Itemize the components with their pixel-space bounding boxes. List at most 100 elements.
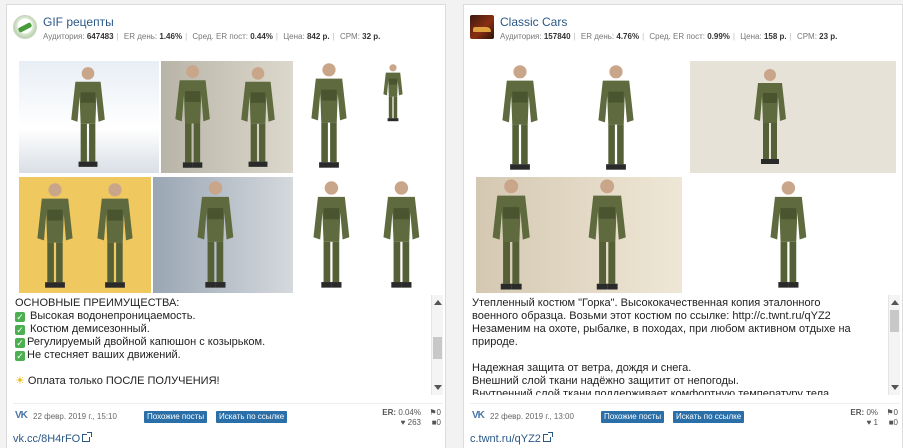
post-photo[interactable]: [153, 177, 293, 293]
post-photo[interactable]: [19, 177, 151, 293]
er-avg-label: Сред. ER пост:: [192, 32, 248, 41]
search-by-link-button[interactable]: Искать по ссылке: [673, 411, 745, 423]
comments-count: 0: [436, 418, 441, 427]
post-photo[interactable]: [476, 61, 688, 173]
check-mark-icon: ✓: [15, 312, 25, 322]
post-photo[interactable]: [161, 61, 293, 173]
er-day-label: ER день:: [580, 32, 615, 41]
price-value: 158 р.: [763, 32, 787, 41]
scroll-down-arrow-icon[interactable]: [434, 385, 442, 390]
post-short-link[interactable]: c.twnt.ru/qYZ2: [470, 432, 553, 445]
likes-count: 263: [407, 418, 421, 427]
er-value: 0.04%: [398, 408, 421, 417]
text-scrollbar[interactable]: [888, 295, 900, 395]
repost-icon: ⚑: [429, 408, 437, 417]
search-by-link-button[interactable]: Искать по ссылке: [216, 411, 288, 423]
text-line: [472, 349, 884, 362]
similar-posts-button[interactable]: Похожие посты: [144, 411, 208, 423]
text-line-content: [472, 349, 475, 361]
text-line: ☀ Оплата только ПОСЛЕ ПОЛУЧЕНИЯ!: [15, 375, 427, 388]
post-photo[interactable]: [476, 177, 682, 293]
comments-count: 0: [893, 418, 898, 427]
audience-value: 157840: [543, 32, 571, 41]
post-counters: ⚑0 ■0: [429, 408, 441, 428]
er-day-label: ER день:: [123, 32, 158, 41]
cpm-label: CPM:: [339, 32, 360, 41]
text-line: ОСНОВНЫЕ ПРЕИМУЩЕСТВА:: [15, 297, 427, 310]
similar-posts-button[interactable]: Похожие посты: [601, 411, 665, 423]
price-value: 842 р.: [306, 32, 330, 41]
group-stats: Аудитория: 647483 | ER день: 1.46% | Сред.…: [43, 32, 381, 41]
check-mark-icon: ✓: [15, 325, 25, 335]
er-day-value: 1.46%: [159, 32, 183, 41]
post-text-area: Утепленный костюм "Горка". Высококачеств…: [470, 295, 900, 395]
cpm-value: 23 р.: [819, 32, 838, 41]
vk-logo-icon[interactable]: VK: [472, 410, 485, 421]
er-label: ER:: [382, 408, 397, 417]
text-line-content: военного образца. Возьми этот костюм по …: [472, 310, 831, 322]
text-line: Внешний слой ткани надёжно защитит от не…: [472, 375, 884, 388]
scroll-up-arrow-icon[interactable]: [434, 300, 442, 305]
post-text: Утепленный костюм "Горка". Высококачеств…: [472, 297, 884, 395]
post-text-area: ОСНОВНЫЕ ПРЕИМУЩЕСТВА: ✓ Высокая водонепр…: [13, 295, 443, 395]
er-value: 0%: [866, 408, 878, 417]
text-scrollbar[interactable]: [431, 295, 443, 395]
sun-icon: ☀: [15, 375, 25, 387]
post-header: GIF рецепты Аудитория: 647483 | ER день: …: [13, 11, 439, 55]
short-link-text[interactable]: vk.cc/8H4rFO: [13, 433, 80, 445]
group-name-link[interactable]: Classic Cars: [500, 15, 567, 29]
scroll-up-arrow-icon[interactable]: [891, 300, 899, 305]
text-line-content: Оплата только ПОСЛЕ ПОЛУЧЕНИЯ!: [24, 375, 220, 387]
post-photo[interactable]: [684, 177, 896, 293]
post-short-link[interactable]: vk.cc/8H4rFO: [13, 432, 93, 445]
cpm-value: 32 р.: [362, 32, 381, 41]
text-line-content: Не стесняет ваших движений.: [27, 349, 181, 361]
scroll-thumb[interactable]: [433, 336, 442, 359]
post-photo[interactable]: [295, 177, 439, 293]
price-label: Цена:: [283, 32, 305, 41]
external-link-icon[interactable]: [82, 432, 93, 442]
text-line: ✓ Не стесняет ваших движений.: [15, 349, 427, 362]
audience-label: Аудитория:: [43, 32, 85, 41]
check-mark-icon: ✓: [15, 338, 25, 348]
audience-label: Аудитория:: [500, 32, 542, 41]
post-photo[interactable]: [295, 61, 439, 173]
reposts-count: 0: [436, 408, 441, 417]
text-line: ✓ Регулируемый двойной капюшон с козырько…: [15, 336, 427, 349]
text-line: Незаменим на охоте, рыбалке, в походах, …: [472, 323, 884, 336]
er-day-value: 4.76%: [616, 32, 640, 41]
group-avatar[interactable]: [470, 15, 494, 39]
external-link-icon[interactable]: [542, 432, 553, 442]
group-avatar[interactable]: [13, 15, 37, 39]
text-line: [15, 362, 427, 375]
heart-icon: ♥: [400, 418, 406, 427]
likes-count: 1: [873, 418, 878, 427]
photo-grid: [19, 61, 439, 293]
post-metrics: ER: 0.04% ♥ 263: [382, 408, 421, 428]
post-footer: VK 22 февр. 2019 г., 15:10 Похожие посты…: [13, 403, 443, 427]
cpm-label: CPM:: [796, 32, 817, 41]
text-line: Утепленный костюм "Горка". Высококачеств…: [472, 297, 884, 310]
post-counters: ⚑0 ■0: [886, 408, 898, 428]
price-label: Цена:: [740, 32, 762, 41]
scroll-down-arrow-icon[interactable]: [891, 385, 899, 390]
post-metrics: ER: 0% ♥ 1: [850, 408, 878, 428]
photo-grid: [476, 61, 896, 293]
post-photo[interactable]: [690, 61, 896, 173]
post-text: ОСНОВНЫЕ ПРЕИМУЩЕСТВА: ✓ Высокая водонепр…: [15, 297, 427, 388]
text-line-content: Незаменим на охоте, рыбалке, в походах, …: [472, 323, 851, 335]
post-date: 22 февр. 2019 г., 13:00: [490, 412, 574, 421]
scroll-thumb[interactable]: [890, 309, 899, 332]
short-link-text[interactable]: c.twnt.ru/qYZ2: [470, 433, 541, 445]
text-line: Надежная защита от ветра, дождя и снега.: [472, 362, 884, 375]
post-date: 22 февр. 2019 г., 15:10: [33, 412, 117, 421]
post-card: GIF рецепты Аудитория: 647483 | ER день: …: [6, 4, 446, 448]
text-line-content: Внутренний слой ткани поддерживает комфо…: [472, 388, 830, 395]
group-name-link[interactable]: GIF рецепты: [43, 15, 114, 29]
text-line: ✓ Костюм демисезонный.: [15, 323, 427, 336]
post-photo[interactable]: [19, 61, 159, 173]
group-stats: Аудитория: 157840 | ER день: 4.76% | Сред.…: [500, 32, 838, 41]
text-line: ✓ Высокая водонепроницаемость.: [15, 310, 427, 323]
er-avg-value: 0.44%: [250, 32, 273, 41]
vk-logo-icon[interactable]: VK: [15, 410, 28, 421]
